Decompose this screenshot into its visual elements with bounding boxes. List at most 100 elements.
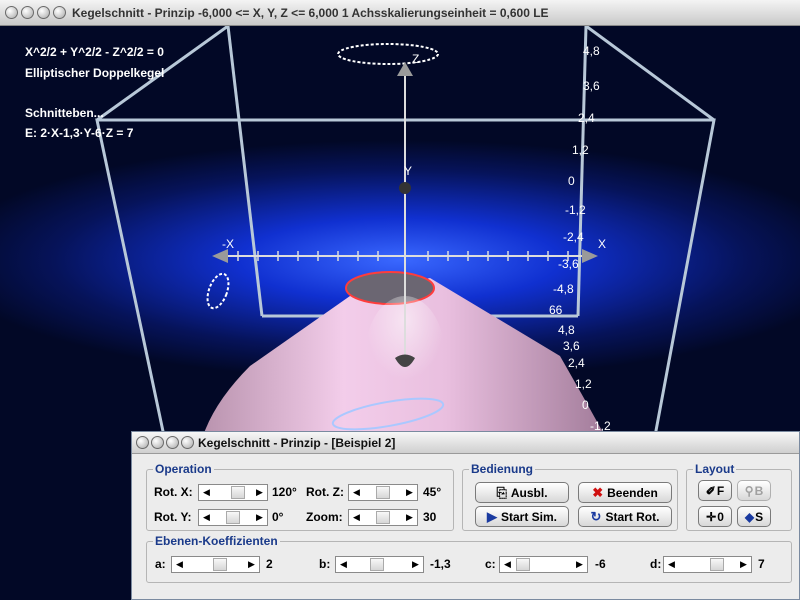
z-axis-label: Z (412, 52, 420, 66)
arrow-right-icon[interactable]: ▶ (737, 557, 750, 572)
rot-z-value: 45° (423, 485, 442, 499)
maximize-button[interactable] (37, 6, 50, 19)
slider-thumb[interactable] (226, 511, 240, 524)
layout-b-button[interactable]: ⚲ B (737, 480, 771, 501)
top-dashed-ellipse (337, 43, 439, 65)
crosshair-icon: ✛ (706, 509, 717, 524)
rot-x-label: Rot. X: (154, 485, 193, 499)
arrow-left-icon[interactable]: ◀ (501, 557, 514, 572)
operation-group: Operation Rot. X: ◀ ▶ 120° Rot. Y: ◀ ▶ 0… (146, 462, 454, 531)
torch-icon: ⚲ (744, 483, 754, 498)
neg-x-axis-arrow (212, 249, 228, 263)
arrow-left-icon[interactable]: ◀ (350, 510, 363, 525)
bucket-icon: ◆ (744, 509, 755, 524)
close-button[interactable] (53, 6, 66, 19)
dialog-close-button[interactable] (181, 436, 194, 449)
scale-label: 0 (582, 398, 589, 412)
zoom-label: Zoom: (306, 510, 343, 524)
main-title-bar[interactable]: Kegelschnitt - Prinzip -6,000 <= X, Y, Z… (0, 0, 800, 26)
start-sim-button[interactable]: ▶ Start Sim. (475, 506, 569, 527)
coef-c-value: -6 (595, 557, 606, 571)
arrow-left-icon[interactable]: ◀ (337, 557, 350, 572)
y-axis-label: Y (404, 164, 413, 178)
scale-label: 3,6 (563, 339, 580, 353)
coef-b-label: b: (319, 557, 331, 571)
plane-equation-text: E: 2·X-1,3·Y-6·Z = 7 (25, 126, 134, 140)
close-x-icon: ✖ (592, 484, 604, 500)
koeffizienten-group-label: Ebenen-Koeffizienten (153, 534, 280, 548)
slider-thumb[interactable] (376, 486, 390, 499)
slider-thumb[interactable] (709, 558, 724, 571)
scale-label: 4,8 (558, 323, 575, 337)
coef-c-label: c: (485, 557, 496, 571)
rot-z-slider[interactable]: ◀ ▶ (348, 484, 418, 501)
arrow-left-icon[interactable]: ◀ (350, 485, 363, 500)
slider-thumb[interactable] (213, 558, 227, 571)
layout-group-label: Layout (693, 462, 737, 476)
layout-f-button[interactable]: ✐ F (698, 480, 732, 501)
zoom-slider[interactable]: ◀ ▶ (348, 509, 418, 526)
scale-label: 0 (568, 174, 575, 188)
coef-a-value: 2 (266, 557, 273, 571)
arrow-left-icon[interactable]: ◀ (200, 485, 213, 500)
layout-group: Layout ✐ F ⚲ B ✛ 0 ◆ S (686, 462, 792, 531)
slider-thumb[interactable] (231, 486, 246, 499)
axes (218, 71, 590, 364)
minimize-button[interactable] (21, 6, 34, 19)
rotate-icon: ↻ (590, 508, 602, 524)
beenden-button[interactable]: ✖ Beenden (578, 482, 672, 503)
scale-label: 3,6 (583, 79, 600, 93)
start-rot-button[interactable]: ↻ Start Rot. (578, 506, 672, 527)
rot-y-value: 0° (272, 510, 284, 524)
coef-c-slider[interactable]: ◀ ▶ (499, 556, 588, 573)
scale-label: 66 (549, 303, 563, 317)
scale-label: 2,4 (578, 111, 595, 125)
coef-d-value: 7 (758, 557, 765, 571)
arrow-left-icon[interactable]: ◀ (200, 510, 213, 525)
scale-label: -4,8 (553, 282, 574, 296)
arrow-right-icon[interactable]: ▶ (403, 485, 416, 500)
arrow-right-icon[interactable]: ▶ (245, 557, 258, 572)
arrow-right-icon[interactable]: ▶ (573, 557, 586, 572)
plane-heading-text: Schnitteben... (25, 106, 104, 120)
bedienung-group-label: Bedienung (469, 462, 535, 476)
x-axis-label: X (598, 237, 607, 251)
slider-thumb[interactable] (516, 558, 531, 571)
control-dialog: Kegelschnitt - Prinzip - [Beispiel 2] Op… (131, 431, 800, 600)
layout-s-button[interactable]: ◆ S (737, 506, 771, 527)
rot-x-slider[interactable]: ◀ ▶ (198, 484, 268, 501)
neg-x-axis-label: -X (222, 237, 234, 251)
play-icon: ▶ (486, 508, 497, 524)
arrow-right-icon[interactable]: ▶ (253, 510, 266, 525)
coef-b-value: -1,3 (430, 557, 451, 571)
zoom-value: 30 (423, 510, 437, 524)
scale-label: -2,4 (563, 230, 584, 244)
coef-b-slider[interactable]: ◀ ▶ (335, 556, 424, 573)
dialog-menu-button[interactable] (136, 436, 149, 449)
layout-0-button[interactable]: ✛ 0 (698, 506, 732, 527)
dialog-title-bar[interactable]: Kegelschnitt - Prinzip - [Beispiel 2] (132, 432, 799, 454)
coef-d-slider[interactable]: ◀ ▶ (663, 556, 752, 573)
hide-icon: ⎘ (496, 484, 507, 500)
slider-thumb[interactable] (370, 558, 385, 571)
coef-a-slider[interactable]: ◀ ▶ (171, 556, 260, 573)
conic-section-ellipse (345, 271, 435, 305)
scale-label: 1,2 (575, 377, 592, 391)
coef-a-label: a: (155, 557, 166, 571)
slider-thumb[interactable] (376, 511, 390, 524)
dialog-maximize-button[interactable] (166, 436, 179, 449)
dialog-minimize-button[interactable] (151, 436, 164, 449)
arrow-left-icon[interactable]: ◀ (665, 557, 678, 572)
scale-label: 1,2 (572, 143, 589, 157)
arrow-right-icon[interactable]: ▶ (409, 557, 422, 572)
main-window-title: Kegelschnitt - Prinzip -6,000 <= X, Y, Z… (72, 6, 549, 20)
rot-y-slider[interactable]: ◀ ▶ (198, 509, 268, 526)
arrow-right-icon[interactable]: ▶ (403, 510, 416, 525)
window-menu-button[interactable] (5, 6, 18, 19)
arrow-right-icon[interactable]: ▶ (253, 485, 266, 500)
y-axis-marker (399, 182, 411, 194)
scale-label: -1,2 (565, 203, 586, 217)
arrow-left-icon[interactable]: ◀ (173, 557, 186, 572)
coef-d-label: d: (650, 557, 662, 571)
ausbl-button[interactable]: ⎘ Ausbl. (475, 482, 569, 503)
